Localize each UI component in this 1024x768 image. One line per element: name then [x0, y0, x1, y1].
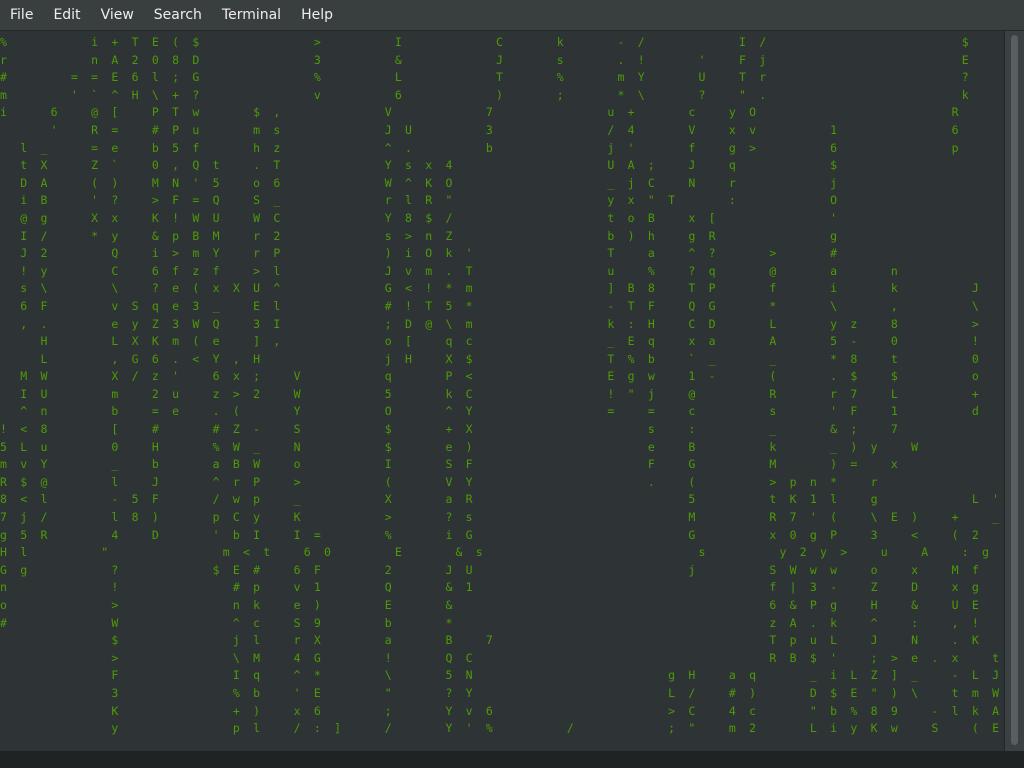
terminal-scrollbar[interactable] — [1004, 31, 1024, 751]
terminal-line: ' R = # P u m s J U 3 / 4 V x v 1 6 R U … — [50, 122, 962, 137]
terminal-line: o > n k e ) E & 6 & P g H & U E c m o = … — [0, 598, 982, 612]
terminal-line: > \ M 4 G ! Q C R B $ ' ; > e . x t / H … — [111, 650, 1003, 665]
terminal-line: ! y C 6 f z f > l J v m . T u % ? q @ a … — [20, 263, 901, 278]
terminal-line: 3 % b ' E " ? Y L / # ) D $ E " ) \ t m … — [111, 685, 1003, 700]
matrix-rain-output: % i + T E ( $ > I C k - / I / $ l - v T … — [0, 34, 1004, 754]
menu-edit[interactable]: Edit — [43, 0, 90, 31]
terminal-line: M W X / z ' 6 x ; V q P < E g w 1 - ( . … — [20, 369, 982, 384]
terminal-line: t X Z ` 0 , Q t . T Y s x 4 U A ; J q $ … — [20, 158, 841, 173]
terminal-line: % i + T E ( $ > I C k - / I / $ l - v T … — [0, 35, 972, 49]
menu-terminal[interactable]: Terminal — [212, 0, 291, 31]
menu-search[interactable]: Search — [144, 0, 212, 31]
terminal-line: ^ n b = e . ( Y O ^ Y = = c s ' F 1 d ^ … — [20, 404, 982, 419]
window-bottom-edge — [0, 751, 1024, 768]
terminal-line: I / * y & p B M r 2 s > n Z b ) h g R g … — [20, 228, 841, 243]
terminal-line: K + ) x 6 ; Y v 6 > C 4 c " b % 8 9 - l … — [111, 703, 1003, 718]
terminal-line: L , G 6 . < Y , H j H X $ T % b ` _ _ * … — [40, 351, 982, 366]
terminal-line: 8 < l - 5 F / w p _ X a R 5 t K 1 l g L … — [0, 492, 1003, 507]
scrollbar-thumb[interactable] — [1011, 35, 1018, 745]
menu-help[interactable]: Help — [291, 0, 343, 31]
terminal-line: F I q ^ * \ 5 N g H a q _ i L Z ] _ - L … — [111, 668, 1003, 683]
terminal-line: n ! # p v 1 Q & 1 f | 3 - Z D x g e B I … — [0, 580, 982, 595]
terminal-line: 6 F v S q e 3 _ E l # ! T 5 * - T F Q G … — [20, 298, 982, 313]
terminal-line: # = = E 6 l ; G % L T % m Y U T r ? * n … — [0, 70, 972, 85]
terminal-line: $ j l r X a B 7 T p u L J N . K 1 K - 7 … — [111, 633, 982, 648]
terminal-line: m ' ` ^ H \ + ? v 6 ) ; * \ ? " . k R P … — [0, 87, 972, 102]
terminal-line: 5 L u 0 H % W _ N $ e ) e B k _ ) y W N … — [0, 439, 922, 454]
terminal-line: D A ( ) M N ' 5 o 6 W ^ K O _ j C N r j … — [20, 175, 841, 190]
menu-file[interactable]: File — [0, 0, 43, 31]
menu-view[interactable]: View — [91, 0, 144, 31]
terminal-line: I U m 2 u z > 2 W 5 k C ! " j @ R r 7 L … — [20, 386, 982, 401]
terminal-line: i 6 @ [ P T w $ , V 7 u + c y O R x U D … — [0, 105, 962, 120]
terminal-line: i B ' ? > F = Q S _ r l R " y x " T : O … — [20, 193, 841, 208]
terminal-line: y p l / : ] / Y ' % / ; " m 2 L i y K w … — [111, 721, 1003, 736]
terminal-line: @ g X x K ! W U W C Y 8 $ / t o B x [ ' … — [20, 210, 841, 225]
terminal-line: H l " m < t 6 0 E & s s y 2 y > u A : g … — [0, 545, 993, 560]
terminal-line: l _ = e b 5 f h z ^ . b j ' f g > 6 p o … — [20, 140, 962, 155]
terminal-line: r n A 2 0 8 D 3 & J s . ! ' F j E 0 G L … — [0, 52, 972, 67]
terminal-line: g 5 R 4 D ' b I I = % i G G x 0 g P 3 < … — [0, 527, 982, 542]
terminal-line: # W ^ c S 9 b * z A . k ^ : , ! P [ @ 1 … — [0, 615, 982, 630]
terminal-line: H L X K m ( e ] , o [ q c _ E q x a A 5 … — [40, 334, 982, 349]
terminal-line: G g ? $ E # 6 F 2 J U j S W w w o x M f … — [0, 562, 982, 577]
terminal-line: s \ \ ? e ( x X U ^ G < ! * m ] B 8 T P … — [20, 281, 982, 296]
terminal-line: 7 j / l 8 ) p C y K > ? s M R 7 ' ( \ E … — [0, 510, 1003, 525]
menu-bar: File Edit View Search Terminal Help — [0, 0, 1024, 31]
terminal-line: , . e y Z 3 W Q 3 I ; D @ \ m k : H C D … — [20, 316, 982, 331]
terminal-window: File Edit View Search Terminal Help % i … — [0, 0, 1024, 768]
terminal-output-area[interactable]: % i + T E ( $ > I C k - / I / $ l - v T … — [0, 31, 1024, 768]
terminal-line: R $ @ l J ^ r P > ( V Y . ( > p n * r z … — [0, 474, 881, 489]
terminal-line: m v Y _ b a B W o I S F F G M ) = x 0 g … — [0, 457, 901, 472]
terminal-line: J 2 Q i > m Y r P ) i O k ' T a ^ ? > # … — [20, 246, 841, 261]
terminal-line: ! < 8 [ # # Z - S $ + X s : _ & ; 7 $ p … — [0, 422, 901, 437]
